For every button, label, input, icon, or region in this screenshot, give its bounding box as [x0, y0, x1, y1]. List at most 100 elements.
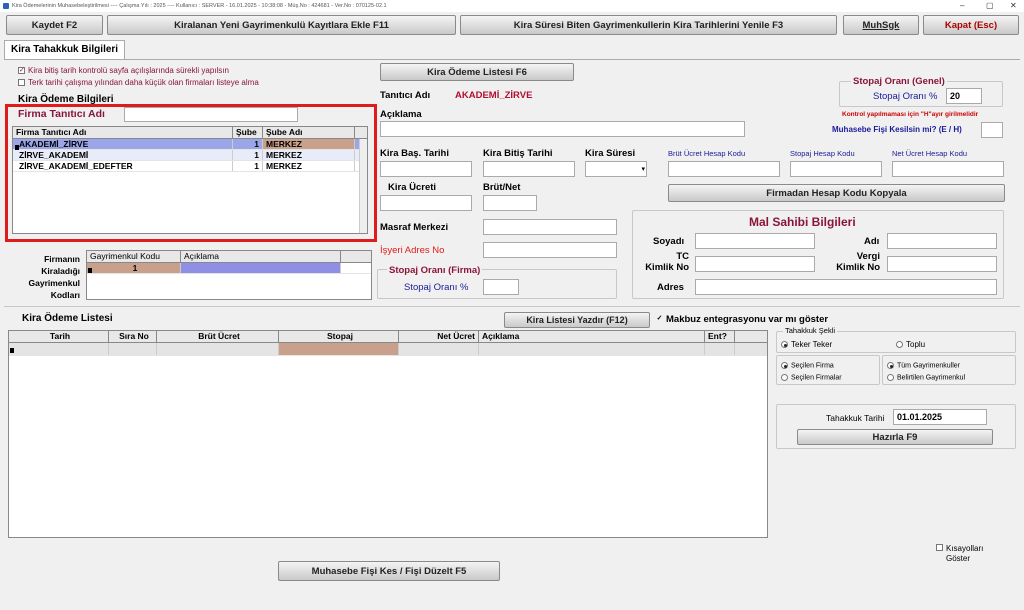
makbuz-label: Makbuz entegrasyonu var mı göster [666, 314, 829, 325]
table-row[interactable]: 1 [87, 263, 371, 274]
gayrimenkul-code-cell: 1 [87, 263, 181, 273]
kira-bas-tarihi-label: Kira Baş. Tarihi [380, 148, 449, 159]
tum-gayrimenkul-radio[interactable]: Tüm Gayrimenkuller [887, 362, 960, 369]
stopaj-firma-label: Stopaj Oranı % [404, 282, 469, 293]
tab-kira-tahakkuk[interactable]: Kira Tahakkuk Bilgileri [4, 40, 126, 60]
tanitici-adi-label: Tanıtıcı Adı [380, 90, 431, 101]
list-grid-header: Tarih Sıra No Brüt Ücret Stopaj Net Ücre… [9, 331, 767, 343]
toplu-radio[interactable]: Toplu [896, 340, 925, 349]
list-cell [279, 343, 399, 355]
secilen-firmalar-label: Seçilen Firmalar [791, 374, 842, 382]
secilen-firma-radio[interactable]: Seçilen Firma [781, 362, 834, 369]
brut-hesap-kodu-input[interactable] [668, 161, 780, 177]
adres-label: Adres [657, 282, 684, 293]
gayrimenkul-label: Firmanın Kiraladığı Gayrimenkul Kodları [22, 253, 81, 299]
kira-ucreti-label: Kira Ücreti [388, 182, 437, 193]
brut-hesap-kodu-label: Brüt Ücret Hesap Kodu [668, 149, 746, 158]
kira-bitis-tarihi-label: Kira Bitiş Tarihi [483, 148, 553, 159]
kira-ucreti-input[interactable] [380, 195, 472, 211]
secilen-firmalar-radio[interactable]: Seçilen Firmalar [781, 374, 842, 381]
tum-gayrimenkul-label: Tüm Gayrimenkuller [897, 362, 961, 370]
net-hesap-kodu-input[interactable] [892, 161, 1004, 177]
radio-icon[interactable] [887, 374, 894, 381]
highlight-box [5, 104, 377, 242]
copy-account-codes-button[interactable]: Firmadan Hesap Kodu Kopyala [668, 184, 1005, 202]
table-row[interactable] [9, 343, 767, 356]
close-button[interactable]: Kapat (Esc) [923, 15, 1019, 35]
radio-selected-icon[interactable] [781, 362, 788, 369]
col-aciklama[interactable]: Açıklama [181, 251, 341, 262]
renew-rent-dates-button[interactable]: Kira Süresi Biten Gayrimenkullerin Kira … [460, 15, 837, 35]
list-cell [9, 343, 109, 355]
check-terk-tarihi[interactable]: Terk tarihi çalışma yılından daha küçük … [18, 78, 259, 87]
gayrimenkul-desc-cell [181, 263, 341, 273]
radio-selected-icon[interactable] [887, 362, 894, 369]
col-net-ucret[interactable]: Net Ücret [399, 331, 479, 342]
teker-teker-label: Teker Teker [791, 340, 833, 349]
checkbox-icon[interactable] [936, 544, 943, 551]
secilen-firma-label: Seçilen Firma [791, 362, 834, 370]
tc-kimlik-input[interactable] [695, 256, 815, 272]
checkbox-checked-icon[interactable]: ✓ [18, 67, 25, 75]
col-sira-no[interactable]: Sıra No [109, 331, 157, 342]
gayrimenkul-label-line: Kodları [50, 290, 80, 299]
tc-kimlik-label: TC Kimlik No [643, 251, 689, 273]
tc-label-line: Kimlik No [645, 262, 689, 273]
kira-suresi-select[interactable]: ▾ [585, 161, 647, 177]
radio-icon[interactable] [896, 341, 903, 349]
gayrimenkul-grid[interactable]: Gayrimenkul Kodu Açıklama 1 [86, 250, 372, 300]
stopaj-genel-input[interactable]: 20 [946, 88, 982, 104]
stopaj-hesap-kodu-input[interactable] [790, 161, 882, 177]
col-stopaj[interactable]: Stopaj [279, 331, 399, 342]
brut-net-input[interactable] [483, 195, 537, 211]
col-ent[interactable]: Ent? [705, 331, 735, 342]
gayrimenkul-label-line: Kiraladığı [41, 266, 80, 276]
maximize-icon[interactable]: ▢ [986, 1, 994, 11]
aciklama-input[interactable] [380, 121, 745, 137]
dropdown-arrow-icon[interactable]: ▾ [641, 163, 645, 176]
tahakkuk-tarihi-label: Tahakkuk Tarihi [826, 413, 885, 423]
adi-label: Adı [864, 236, 880, 247]
isyeri-adres-input[interactable] [483, 242, 617, 258]
makbuz-checkbox[interactable]: ✓ Makbuz entegrasyonu var mı göster [656, 314, 829, 325]
close-window-icon[interactable]: ✕ [1010, 1, 1017, 11]
tahakkuk-tarihi-input[interactable]: 01.01.2025 [893, 409, 987, 425]
kira-odeme-listesi-button[interactable]: Kira Ödeme Listesi F6 [380, 63, 574, 81]
muhasebe-fisi-button[interactable]: Muhasebe Fişi Kes / Fişi Düzelt F5 [278, 561, 500, 581]
radio-selected-icon[interactable] [781, 341, 788, 349]
add-rented-property-button[interactable]: Kiralanan Yeni Gayrimenkulü Kayıtlara Ek… [107, 15, 456, 35]
hazirla-button[interactable]: Hazırla F9 [797, 429, 993, 445]
muhasebe-fisi-input[interactable] [981, 122, 1003, 138]
col-aciklama[interactable]: Açıklama [479, 331, 705, 342]
teker-teker-radio[interactable]: Teker Teker [781, 340, 832, 349]
col-brut-ucret[interactable]: Brüt Ücret [157, 331, 279, 342]
stopaj-firma-input[interactable] [483, 279, 519, 295]
toplu-label: Toplu [906, 340, 926, 349]
window-title: Kira Ödemelerinin Muhasebeleştirilmesi -… [12, 3, 387, 9]
col-gayrimenkul-kodu[interactable]: Gayrimenkul Kodu [87, 251, 181, 262]
kira-bitis-tarihi-input[interactable] [483, 161, 575, 177]
soyadi-input[interactable] [695, 233, 815, 249]
checkmark-icon[interactable]: ✓ [656, 315, 663, 323]
adres-input[interactable] [695, 279, 997, 295]
col-tarih[interactable]: Tarih [9, 331, 109, 342]
check-kira-bitis[interactable]: ✓ Kira bitiş tarih kontrolü sayfa açılışl… [18, 66, 229, 75]
minimize-icon[interactable]: – [960, 1, 964, 11]
row-indicator-icon [88, 268, 92, 273]
kira-bas-tarihi-input[interactable] [380, 161, 472, 177]
radio-icon[interactable] [781, 374, 788, 381]
belirtilen-gayrimenkul-radio[interactable]: Belirtilen Gayrimenkul [887, 374, 965, 381]
kisayollari-checkbox[interactable]: Kısayolları Göster [936, 544, 983, 564]
checkbox-icon[interactable] [18, 79, 25, 87]
vergi-kimlik-input[interactable] [887, 256, 997, 272]
net-hesap-kodu-label: Net Ücret Hesap Kodu [892, 149, 968, 158]
masraf-merkezi-label: Masraf Merkezi [380, 222, 449, 233]
muhsgk-button[interactable]: MuhSgk [843, 15, 919, 35]
kira-suresi-label: Kira Süresi [585, 148, 636, 159]
stopaj-genel-label: Stopaj Oranı % [873, 91, 938, 102]
save-button[interactable]: Kaydet F2 [6, 15, 103, 35]
kira-odeme-list-grid[interactable]: Tarih Sıra No Brüt Ücret Stopaj Net Ücre… [8, 330, 768, 538]
print-list-button[interactable]: Kira Listesi Yazdır (F12) [504, 312, 650, 328]
masraf-merkezi-input[interactable] [483, 219, 617, 235]
adi-input[interactable] [887, 233, 997, 249]
